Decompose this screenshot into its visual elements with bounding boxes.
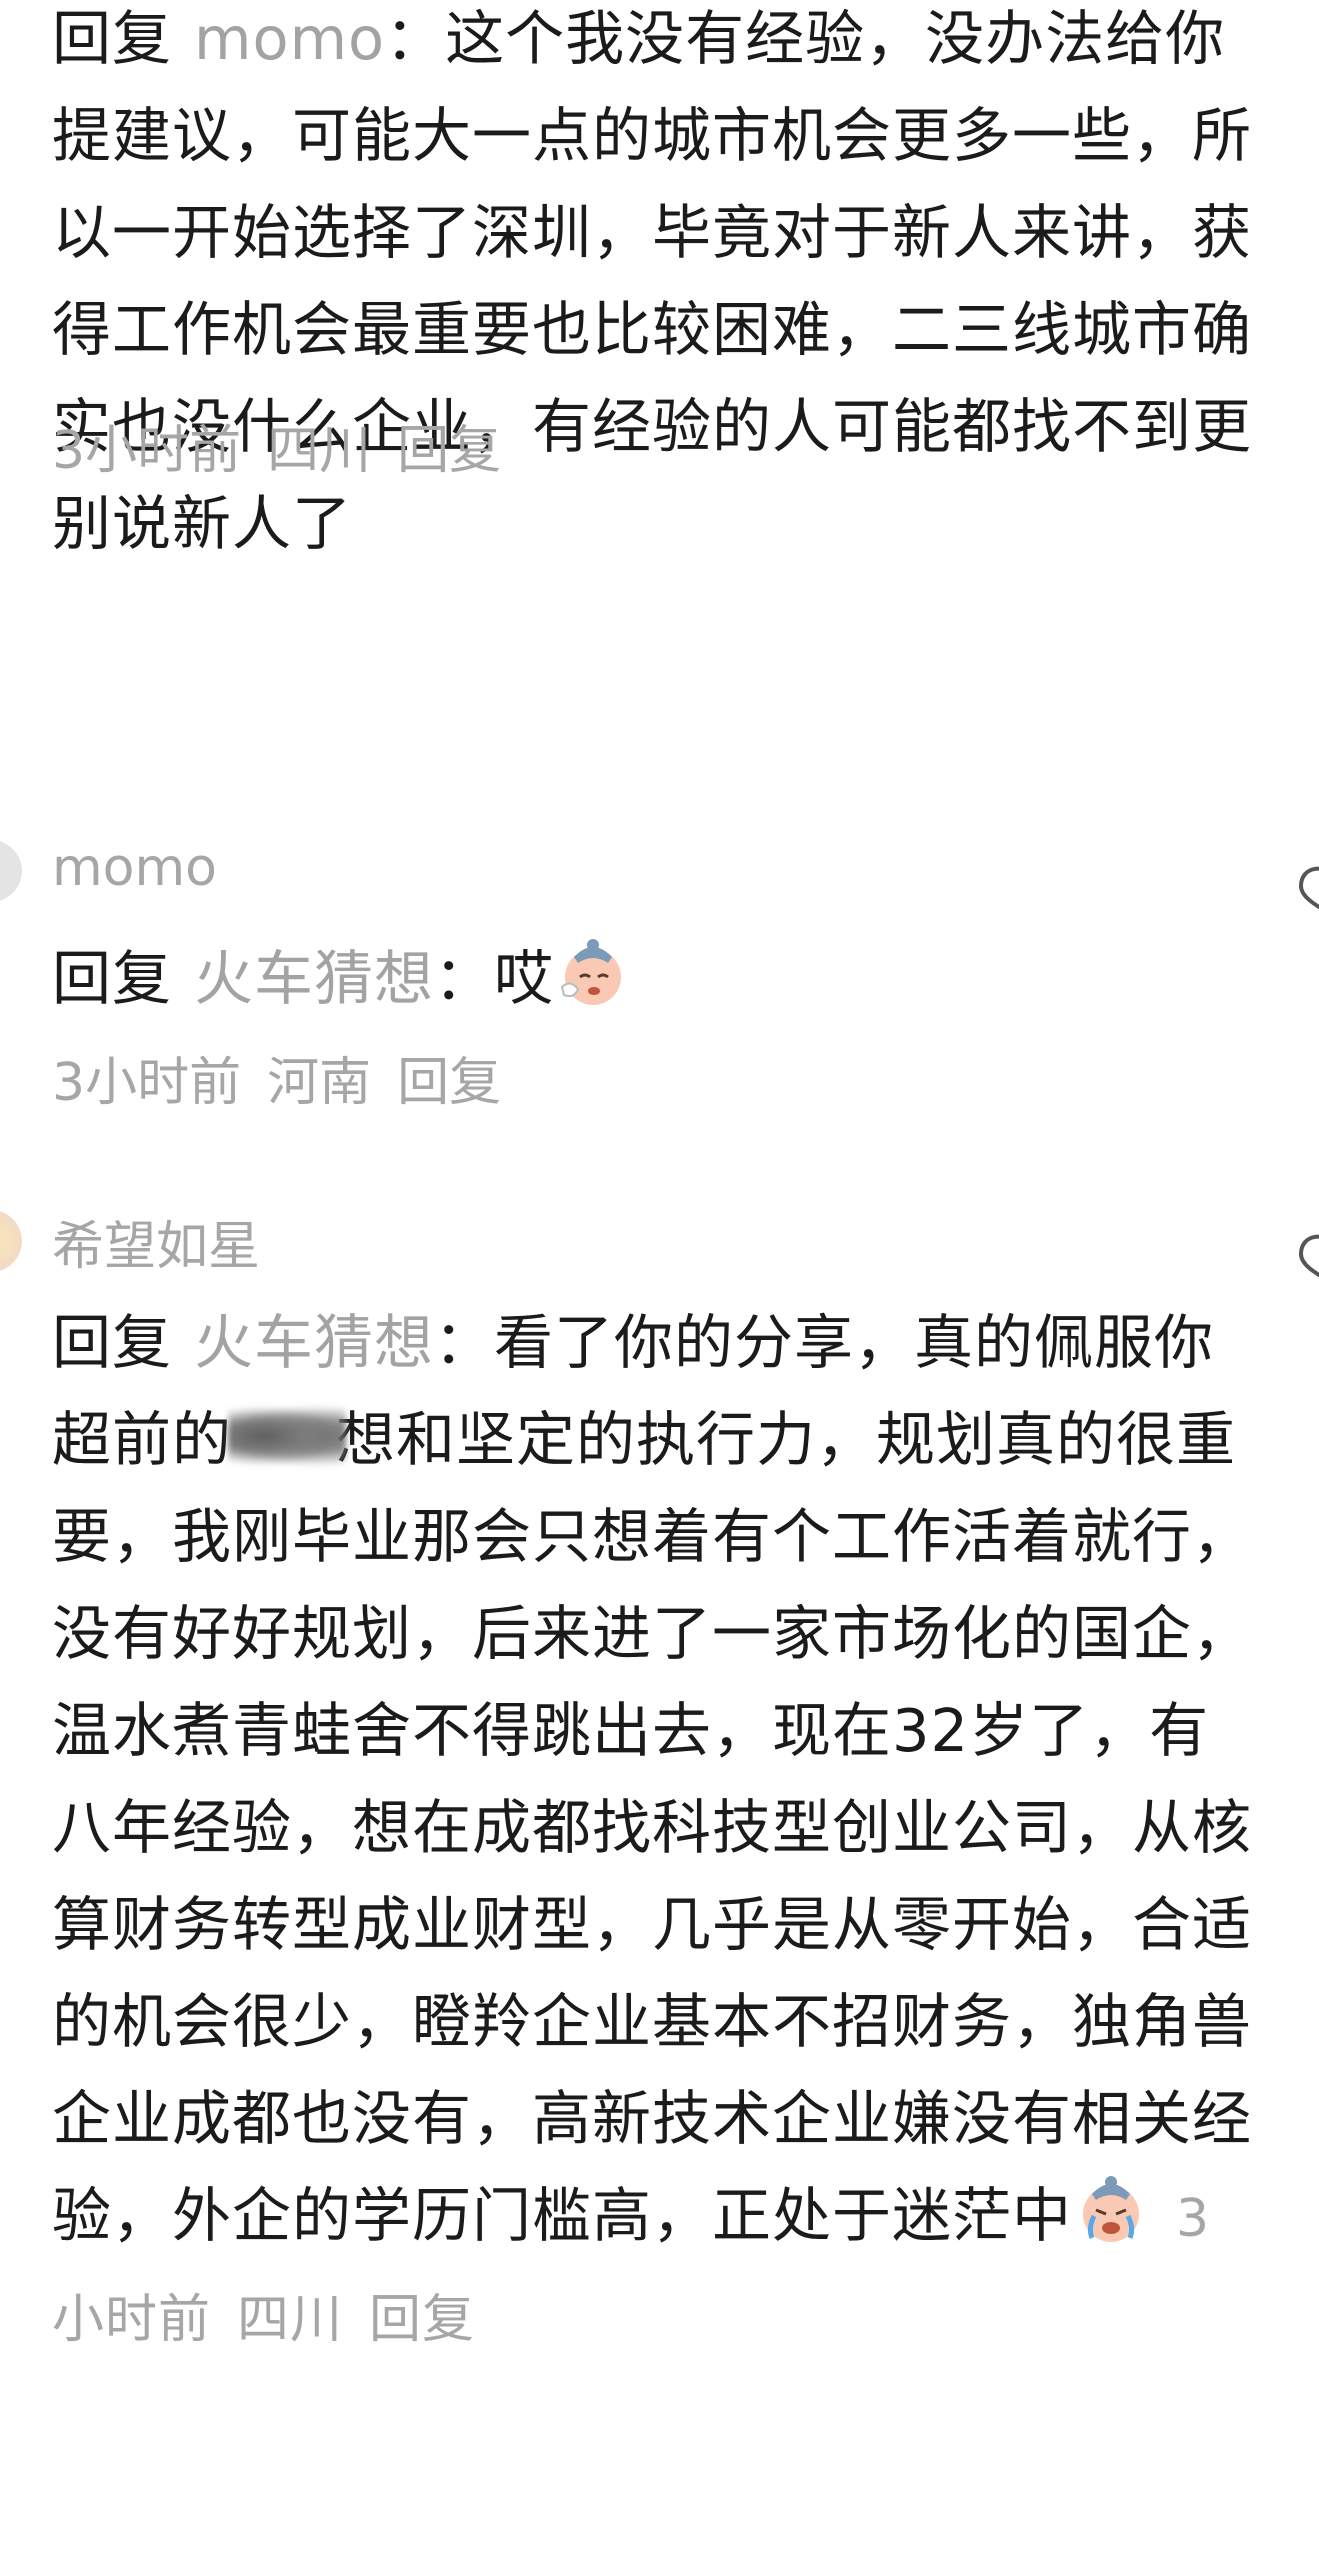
redacted-blur: [228, 1406, 347, 1466]
crying-face-emoji: [1083, 2176, 1140, 2242]
comment-body: 回复 火车猜想：哎: [52, 930, 1252, 1027]
comment-location: 四川: [237, 2290, 344, 2350]
heart-outline-icon[interactable]: [1291, 860, 1319, 916]
comment-body: 回复 momo：这个我没有经验，没办法给你提建议，可能大一点的城市机会更多一些，所…: [52, 0, 1252, 572]
reply-prefix: 回复: [52, 944, 173, 1013]
crying-face-emoji: [560, 939, 622, 1005]
comment-username[interactable]: 希望如星: [52, 1204, 260, 1279]
comment-time: 3小时前: [52, 421, 242, 481]
reply-prefix: 回复: [52, 1308, 173, 1377]
comment-time: 3小时前: [52, 1053, 242, 1113]
reply-button[interactable]: 回复: [369, 2290, 475, 2350]
user-avatar[interactable]: [0, 1210, 22, 1272]
reply-button[interactable]: 回复: [397, 1053, 501, 1113]
reply-prefix: 回复: [52, 4, 173, 73]
comment-meta: 3小时前 河南 回复: [52, 1040, 527, 1115]
reply-target-username[interactable]: 火车猜想: [194, 1308, 434, 1377]
user-avatar[interactable]: [0, 840, 22, 902]
reply-button[interactable]: 回复: [397, 421, 501, 481]
comment-body: 回复 火车猜想：看了你的分享，真的佩服你超前的 想和坚定的执行力，规划真的很重要，我…: [52, 1294, 1252, 2369]
heart-outline-icon[interactable]: [1291, 1228, 1319, 1284]
comment-username[interactable]: momo: [52, 838, 217, 898]
comment-location: 四川: [267, 421, 372, 481]
comment-location: 河南: [267, 1053, 372, 1113]
comment-meta: 3小时前 四川 回复: [52, 408, 527, 483]
reply-target-username[interactable]: momo: [194, 4, 385, 73]
comment-text-part-2: 想和坚定的执行力，规划真的很重要，我刚毕业那会只想着有个工作活着就行，没有好好规…: [52, 1405, 1253, 2250]
reply-target-username[interactable]: 火车猜想: [194, 944, 434, 1013]
comment-text: ：哎: [434, 944, 555, 1013]
